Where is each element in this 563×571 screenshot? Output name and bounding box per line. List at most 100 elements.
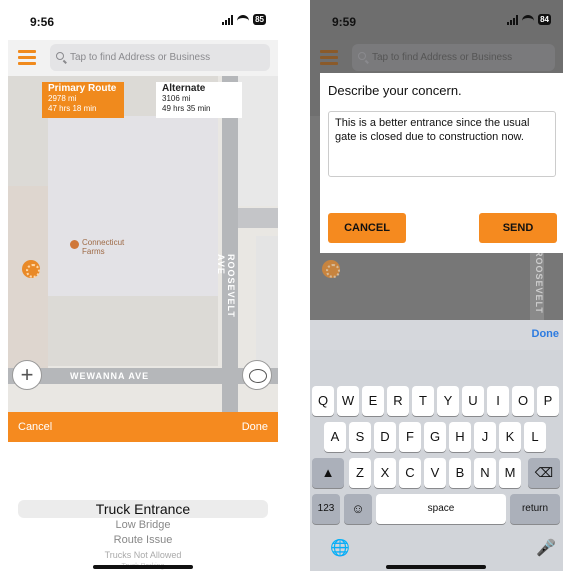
status-time: 9:56: [30, 15, 55, 29]
concern-type-picker[interactable]: Truck Entrance Low Bridge Route Issue Tr…: [8, 500, 278, 571]
status-icons: 85: [222, 14, 266, 25]
map-parcel: [256, 236, 278, 376]
picker-option[interactable]: Route Issue: [8, 533, 278, 548]
primary-route-card[interactable]: Primary Route 2978 mi 47 hrs 18 min: [42, 82, 124, 118]
right-screen: 9:59 84 Tap to find Address or Business …: [310, 0, 563, 571]
keyboard-suggestions: [310, 350, 563, 380]
picker-option[interactable]: Low Bridge: [8, 518, 278, 533]
send-button[interactable]: SEND: [479, 213, 557, 243]
key-z[interactable]: Z: [349, 458, 371, 488]
key-g[interactable]: G: [424, 422, 446, 452]
key-v[interactable]: V: [424, 458, 446, 488]
road-vertical: [222, 76, 238, 412]
street-label-wewanna: WEWANNA AVE: [70, 371, 150, 381]
search-input: Tap to find Address or Business: [352, 44, 555, 71]
picker-toolbar: Cancel Done: [8, 412, 278, 442]
wifi-icon: [522, 15, 535, 24]
alternate-route-card[interactable]: Alternate 3106 mi 49 hrs 35 min: [156, 82, 242, 118]
key-c[interactable]: C: [399, 458, 421, 488]
numbers-key[interactable]: 123: [312, 494, 340, 524]
status-time: 9:59: [332, 15, 357, 29]
key-e[interactable]: E: [362, 386, 384, 416]
key-a[interactable]: A: [324, 422, 346, 452]
backspace-icon[interactable]: ⌫: [528, 458, 560, 488]
concern-textarea[interactable]: This is a better entrance since the usua…: [328, 111, 556, 177]
key-u[interactable]: U: [462, 386, 484, 416]
keyboard: Q W E R T Y U I O P A S D F G H J K L ▲ …: [310, 380, 563, 571]
key-b[interactable]: B: [449, 458, 471, 488]
route-duration: 47 hrs 18 min: [48, 104, 97, 113]
key-k[interactable]: K: [499, 422, 521, 452]
search-icon: [358, 52, 366, 60]
street-label-roosevelt: ROOSEVELT AVE: [216, 254, 236, 318]
key-m[interactable]: M: [499, 458, 521, 488]
space-key[interactable]: space: [376, 494, 506, 524]
chat-bubble-icon[interactable]: [242, 360, 272, 390]
key-i[interactable]: I: [487, 386, 509, 416]
key-h[interactable]: H: [449, 422, 471, 452]
home-indicator[interactable]: [386, 565, 486, 569]
keyboard-done-button[interactable]: Done: [532, 328, 560, 340]
key-t[interactable]: T: [412, 386, 434, 416]
cancel-button[interactable]: Cancel: [18, 421, 52, 433]
map-building: [48, 116, 218, 296]
picker-selected[interactable]: Truck Entrance: [18, 500, 268, 518]
menu-icon: [320, 50, 338, 65]
route-name: Alternate: [162, 83, 206, 94]
keyboard-toolbar: Done: [310, 320, 563, 350]
key-s[interactable]: S: [349, 422, 371, 452]
app-header: Tap to find Address or Business: [8, 40, 278, 76]
key-d[interactable]: D: [374, 422, 396, 452]
search-input[interactable]: Tap to find Address or Business: [50, 44, 270, 71]
key-q[interactable]: Q: [312, 386, 334, 416]
done-button[interactable]: Done: [242, 421, 268, 433]
home-indicator[interactable]: [93, 565, 193, 569]
key-p[interactable]: P: [537, 386, 559, 416]
battery-icon: 85: [253, 14, 266, 25]
poi-connecticut-farms[interactable]: Connecticut Farms: [70, 238, 124, 256]
shift-icon[interactable]: ▲: [312, 458, 344, 488]
signal-icon: [222, 14, 234, 25]
search-placeholder: Tap to find Address or Business: [70, 52, 211, 63]
route-duration: 49 hrs 35 min: [162, 104, 211, 113]
menu-icon[interactable]: [18, 50, 36, 65]
map-view[interactable]: WEWANNA AVE ROOSEVELT AVE Primary Route …: [8, 76, 278, 412]
route-distance: 2978 mi: [48, 94, 77, 103]
wifi-icon: [237, 15, 250, 24]
key-f[interactable]: F: [399, 422, 421, 452]
key-x[interactable]: X: [374, 458, 396, 488]
map-parcel: [238, 76, 278, 206]
return-key[interactable]: return: [510, 494, 560, 524]
emoji-icon[interactable]: ☺: [344, 494, 372, 524]
picker-option[interactable]: Trucks Not Allowed: [8, 548, 278, 563]
concern-dialog: Describe your concern. This is a better …: [320, 73, 563, 253]
map-parcel: [8, 186, 48, 376]
dialog-title: Describe your concern.: [328, 83, 462, 98]
search-icon: [56, 52, 64, 60]
street-label-roosevelt: ROOSEVELT: [534, 250, 544, 314]
status-bar: 9:59 84: [310, 0, 563, 40]
key-r[interactable]: R: [387, 386, 409, 416]
status-bar: 9:56 85: [8, 0, 278, 40]
key-n[interactable]: N: [474, 458, 496, 488]
battery-icon: 84: [538, 14, 551, 25]
key-y[interactable]: Y: [437, 386, 459, 416]
poi-label: Connecticut: [82, 238, 125, 247]
road-side: [238, 208, 278, 228]
cancel-button[interactable]: CANCEL: [328, 213, 406, 243]
poi-icon: [70, 240, 79, 249]
route-name: Primary Route: [48, 83, 117, 94]
route-distance: 3106 mi: [162, 94, 191, 103]
key-o[interactable]: O: [512, 386, 534, 416]
key-w[interactable]: W: [337, 386, 359, 416]
location-pin-icon: [322, 260, 340, 278]
poi-label: Farms: [82, 247, 105, 256]
location-pin-icon[interactable]: [22, 260, 40, 278]
globe-icon[interactable]: 🌐: [330, 538, 350, 558]
key-j[interactable]: J: [474, 422, 496, 452]
add-icon[interactable]: +: [12, 360, 42, 390]
microphone-icon[interactable]: 🎤: [536, 538, 556, 558]
status-icons: 84: [507, 14, 551, 25]
left-screen: 9:56 85 Tap to find Address or Business …: [8, 0, 278, 571]
key-l[interactable]: L: [524, 422, 546, 452]
